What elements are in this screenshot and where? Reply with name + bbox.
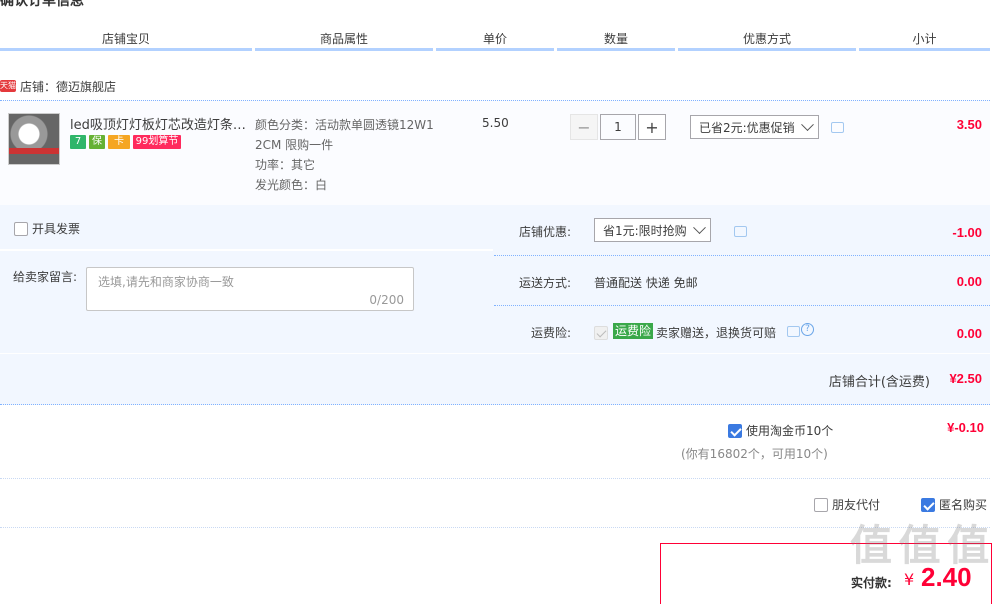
shop-discount-select[interactable]: 省1元:限时抢购: [594, 218, 711, 242]
watermark: 值 值 值: [850, 521, 989, 570]
help-icon[interactable]: ?: [801, 323, 814, 336]
invoice-option[interactable]: 开具发票: [14, 220, 80, 237]
insurance-desc: 卖家赠送，退换货可赔: [656, 326, 777, 340]
header-quantity: 数量: [557, 30, 675, 51]
shop-total-label: 店铺合计(含运费): [828, 375, 930, 390]
table-header: 店铺宝贝 商品属性 单价 数量 优惠方式 小计: [0, 30, 990, 51]
insurance-price: 0.00: [956, 326, 982, 341]
friend-pay-option[interactable]: 朋友代付: [814, 496, 880, 513]
shop-options: 店铺优惠: 省1元:限时抢购 -1.00 运送方式: 普通配送 快递 免邮 0.…: [494, 205, 990, 353]
item-discount-value: 已省2元:优惠促销: [699, 120, 795, 135]
shop-total-bar: 店铺合计(含运费) ¥2.50: [0, 354, 990, 405]
divider: [0, 478, 990, 479]
invoice-label: 开具发票: [32, 222, 81, 236]
message-placeholder: 选填,请先和商家协商一致: [98, 275, 234, 289]
header-discount: 优惠方式: [678, 30, 856, 51]
header-shop-item: 店铺宝贝: [0, 30, 252, 51]
attr-line: 颜色分类：活动款单圆透镜12W1: [255, 118, 434, 132]
message-icon[interactable]: [831, 122, 844, 133]
shop-discount-label: 店铺优惠:: [519, 225, 572, 239]
shop-discount-row: 店铺优惠: 省1元:限时抢购 -1.00: [494, 205, 990, 256]
shipping-row: 运送方式: 普通配送 快递 免邮 0.00: [494, 256, 990, 306]
coins-option[interactable]: 使用淘金币10个: [728, 422, 833, 439]
promo-99-icon[interactable]: 99划算节: [133, 135, 181, 149]
header-attrs: 商品属性: [255, 30, 433, 51]
header-subtotal: 小计: [859, 30, 990, 51]
insurance-checkbox: [594, 325, 608, 340]
attr-line: 发光颜色：白: [255, 178, 328, 192]
seven-day-return-icon[interactable]: 7: [70, 135, 86, 149]
shop-total-value: ¥2.50: [949, 371, 982, 386]
message-char-count: 0/200: [369, 293, 404, 307]
header-unit-price: 单价: [436, 30, 554, 51]
chevron-down-icon: [800, 117, 814, 131]
product-attributes: 颜色分类：活动款单圆透镜12W1 2CM 限购一件 功率：其它 发光颜色：白: [255, 115, 434, 195]
coins-value: ¥-0.10: [947, 420, 984, 435]
shipping-price: 0.00: [956, 274, 982, 289]
quantity-stepper: − 1 +: [570, 114, 666, 140]
product-thumbnail[interactable]: [8, 113, 60, 165]
shop-row: 天猫 店铺：德迈旗舰店: [0, 76, 116, 96]
coins-note: (你有16802个，可用10个): [681, 447, 828, 461]
anonymous-option[interactable]: 匿名购买: [921, 496, 987, 513]
shop-name[interactable]: 店铺：德迈旗舰店: [20, 78, 116, 95]
friend-pay-label: 朋友代付: [832, 498, 881, 512]
anonymous-checkbox[interactable]: [921, 497, 935, 512]
credit-card-icon[interactable]: 卡: [108, 135, 130, 149]
coins-checkbox[interactable]: [728, 423, 742, 438]
message-label: 给卖家留言:: [13, 270, 78, 284]
order-options: 开具发票 给卖家留言: 选填,请先和商家协商一致 0/200 店铺优惠: 省1元…: [0, 205, 990, 353]
anonymous-label: 匿名购买: [939, 498, 988, 512]
page-title: 确认订单信息: [0, 0, 84, 9]
quantity-minus-button[interactable]: −: [570, 114, 598, 140]
item-subtotal: 3.50: [956, 117, 982, 132]
insurance-tag: 运费险: [613, 323, 654, 339]
coins-label: 使用淘金币10个: [746, 424, 834, 438]
product-badges: 7 保 卡 99划算节: [70, 135, 181, 149]
pay-label: 实付款:: [851, 576, 892, 590]
divider: [0, 527, 990, 528]
invoice-checkbox[interactable]: [14, 221, 28, 236]
friend-pay-checkbox[interactable]: [814, 497, 828, 512]
quantity-input[interactable]: 1: [600, 114, 636, 140]
guarantee-icon[interactable]: 保: [89, 135, 105, 149]
insurance-row: 运费险: 运费险 卖家赠送，退换货可赔 ? 0.00: [494, 306, 990, 353]
shop-discount-amount: -1.00: [952, 225, 982, 240]
attr-line: 2CM 限购一件: [255, 138, 334, 152]
insurance-label: 运费险:: [531, 326, 572, 340]
chevron-down-icon: [692, 220, 706, 234]
unit-price: 5.50: [482, 116, 509, 130]
order-item: led吸顶灯灯板灯芯改造灯条灯... 7 保 卡 99划算节 颜色分类：活动款单…: [0, 100, 990, 206]
shop-discount-value: 省1元:限时抢购: [603, 223, 687, 238]
seller-message-input[interactable]: 选填,请先和商家协商一致 0/200: [86, 267, 414, 311]
shipping-label: 运送方式:: [519, 276, 572, 290]
message-icon[interactable]: [734, 226, 747, 237]
quantity-plus-button[interactable]: +: [638, 114, 666, 140]
shipping-method: 普通配送 快递 免邮: [594, 276, 698, 290]
message-icon[interactable]: [787, 326, 800, 337]
item-discount-select[interactable]: 已省2元:优惠促销: [690, 115, 819, 139]
product-title[interactable]: led吸顶灯灯板灯芯改造灯条灯...: [70, 114, 248, 133]
buyer-options: 开具发票 给卖家留言: 选填,请先和商家协商一致 0/200: [0, 205, 493, 353]
tmall-icon: 天猫: [0, 80, 16, 92]
attr-line: 功率：其它: [255, 158, 316, 172]
